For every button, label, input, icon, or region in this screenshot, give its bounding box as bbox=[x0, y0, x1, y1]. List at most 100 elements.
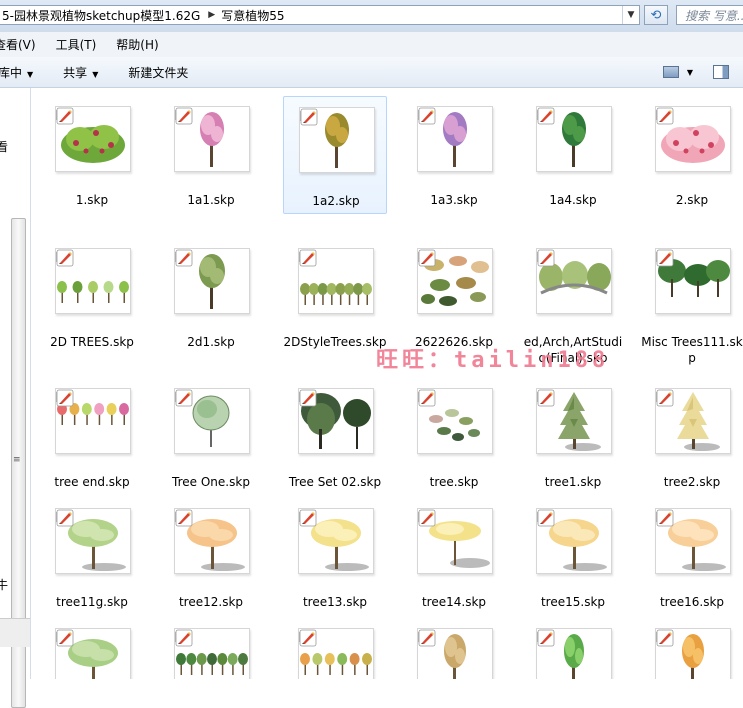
file-item[interactable]: tree end.skp bbox=[40, 378, 144, 496]
file-item[interactable]: tree16.skp bbox=[640, 498, 743, 616]
sketchup-file-icon bbox=[418, 509, 436, 527]
sketchup-file-icon bbox=[537, 389, 555, 407]
sketchup-file-icon bbox=[56, 389, 74, 407]
file-name: tree.skp bbox=[429, 475, 479, 489]
view-controls: ▼ bbox=[662, 57, 743, 87]
file-item[interactable]: tree14.skp bbox=[402, 498, 506, 616]
file-item[interactable]: tree.skp bbox=[402, 378, 506, 496]
organize-label: 库中 bbox=[0, 65, 23, 80]
file-item[interactable] bbox=[159, 618, 263, 679]
file-thumbnail bbox=[55, 508, 131, 574]
file-thumbnail bbox=[655, 248, 731, 314]
file-item[interactable]: tree11g.skp bbox=[40, 498, 144, 616]
file-item[interactable] bbox=[521, 618, 625, 679]
sketchup-file-icon bbox=[56, 509, 74, 527]
file-item[interactable]: ed,Arch,ArtStudio(Final).skp bbox=[521, 238, 625, 365]
menu-help[interactable]: 帮助(H) bbox=[116, 36, 158, 53]
address-bar[interactable]: 5-园林景观植物sketchup模型1.62G ▶ 写意植物55 ▼ bbox=[0, 5, 640, 25]
watermark-text: 旺旺：tailin188 bbox=[376, 348, 610, 373]
navigation-pane: 看 ≡ 牛 bbox=[0, 88, 31, 708]
file-item[interactable]: 1a2.skp bbox=[283, 96, 387, 214]
share-button[interactable]: 共享 ▼ bbox=[63, 64, 98, 81]
file-thumbnail bbox=[174, 388, 250, 454]
refresh-button[interactable]: ⟲ bbox=[644, 5, 668, 25]
file-name: tree1.skp bbox=[544, 475, 602, 489]
sketchup-file-icon bbox=[656, 509, 674, 527]
view-mode-icon[interactable] bbox=[662, 66, 679, 78]
file-thumbnail bbox=[298, 388, 374, 454]
chevron-down-icon[interactable]: ▼ bbox=[622, 6, 639, 24]
file-thumbnail bbox=[298, 628, 374, 679]
file-item[interactable]: 2DStyleTrees.skp bbox=[283, 238, 387, 356]
sketchup-file-icon bbox=[656, 249, 674, 267]
file-item[interactable]: 2622626.skp bbox=[402, 238, 506, 356]
file-thumbnail bbox=[55, 388, 131, 454]
sketchup-file-icon bbox=[418, 389, 436, 407]
menu-view[interactable]: 查看(V) bbox=[0, 36, 36, 53]
file-item[interactable]: 2d1.skp bbox=[159, 238, 263, 356]
chevron-right-icon[interactable]: ▶ bbox=[204, 10, 219, 20]
sketchup-file-icon bbox=[418, 249, 436, 267]
sketchup-file-icon bbox=[299, 249, 317, 267]
file-name: Tree One.skp bbox=[172, 475, 250, 489]
chevron-down-icon[interactable]: ▼ bbox=[687, 68, 693, 77]
file-name: tree11g.skp bbox=[56, 595, 128, 609]
file-thumbnail bbox=[417, 106, 493, 172]
breadcrumb-segment-1[interactable]: 5-园林景观植物sketchup模型1.62G bbox=[0, 7, 204, 24]
file-item[interactable] bbox=[640, 618, 743, 679]
sketchup-file-icon bbox=[175, 629, 193, 647]
file-item[interactable]: 2.skp bbox=[640, 96, 743, 214]
file-item[interactable]: tree1.skp bbox=[521, 378, 625, 496]
file-thumbnail bbox=[174, 628, 250, 679]
sketchup-file-icon bbox=[418, 629, 436, 647]
sketchup-file-icon bbox=[175, 509, 193, 527]
file-name: 1a3.skp bbox=[430, 193, 478, 207]
file-thumbnail bbox=[55, 628, 131, 679]
sketchup-file-icon bbox=[537, 249, 555, 267]
menu-tools[interactable]: 工具(T) bbox=[56, 36, 97, 53]
search-input[interactable]: 搜索 写意... bbox=[676, 5, 743, 25]
nav-text-bottom: 牛 bbox=[0, 578, 9, 592]
chevron-down-icon: ▼ bbox=[27, 69, 34, 79]
navigation-pane-footer bbox=[0, 618, 30, 647]
file-thumbnail bbox=[55, 248, 131, 314]
file-item[interactable]: tree12.skp bbox=[159, 498, 263, 616]
file-name: 1.skp bbox=[75, 193, 109, 207]
file-name: tree13.skp bbox=[302, 595, 368, 609]
file-name: 2D TREES.skp bbox=[50, 335, 134, 349]
file-item[interactable]: Misc Trees111.skp bbox=[640, 238, 743, 365]
file-name: 2DStyleTrees.skp bbox=[283, 335, 387, 349]
sketchup-file-icon bbox=[537, 509, 555, 527]
scroll-grip-icon[interactable]: ≡ bbox=[13, 455, 21, 465]
file-name: tree14.skp bbox=[421, 595, 487, 609]
menu-bar: 查看(V) 工具(T) 帮助(H) bbox=[0, 32, 743, 58]
breadcrumb-segment-2[interactable]: 写意植物55 bbox=[219, 7, 288, 24]
sketchup-file-icon bbox=[537, 629, 555, 647]
file-thumbnail bbox=[536, 628, 612, 679]
file-name: tree12.skp bbox=[178, 595, 244, 609]
file-item[interactable]: tree15.skp bbox=[521, 498, 625, 616]
file-grid: 1.skp 1a1.skp 1a2.skp 1a3.skp 1a4.skp 2.… bbox=[31, 88, 743, 679]
file-item[interactable]: tree2.skp bbox=[640, 378, 743, 496]
file-item[interactable] bbox=[402, 618, 506, 679]
sketchup-file-icon bbox=[299, 389, 317, 407]
sketchup-file-icon bbox=[175, 389, 193, 407]
file-thumbnail bbox=[536, 248, 612, 314]
file-item[interactable]: 1a3.skp bbox=[402, 96, 506, 214]
file-item[interactable]: Tree One.skp bbox=[159, 378, 263, 496]
file-item[interactable]: 1a4.skp bbox=[521, 96, 625, 214]
file-item[interactable]: 2D TREES.skp bbox=[40, 238, 144, 356]
file-item[interactable] bbox=[40, 618, 144, 679]
sketchup-file-icon bbox=[56, 107, 74, 125]
file-item[interactable]: 1.skp bbox=[40, 96, 144, 214]
file-item[interactable]: 1a1.skp bbox=[159, 96, 263, 214]
file-thumbnail bbox=[655, 106, 731, 172]
file-thumbnail bbox=[536, 106, 612, 172]
file-item[interactable] bbox=[283, 618, 387, 679]
file-item[interactable]: Tree Set 02.skp bbox=[283, 378, 387, 496]
new-folder-button[interactable]: 新建文件夹 bbox=[128, 64, 188, 81]
file-name: 1a2.skp bbox=[312, 194, 360, 208]
preview-pane-icon[interactable] bbox=[713, 65, 729, 79]
organize-button[interactable]: 库中 ▼ bbox=[0, 64, 33, 81]
file-item[interactable]: tree13.skp bbox=[283, 498, 387, 616]
